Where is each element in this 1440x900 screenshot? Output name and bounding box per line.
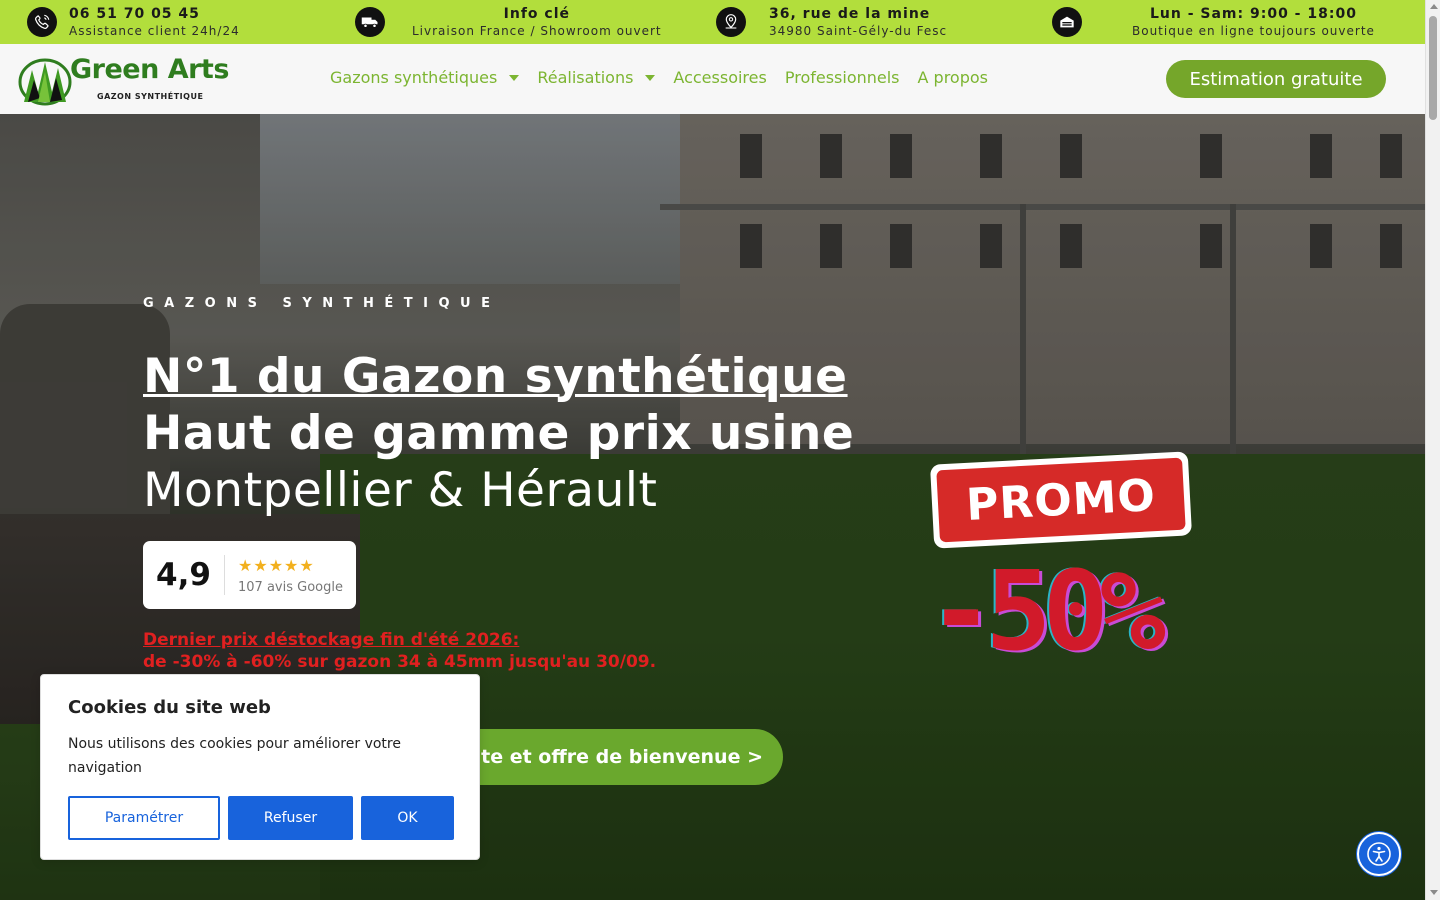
address-street: 36, rue de la mine [769, 5, 931, 22]
accessibility-icon [1367, 842, 1391, 866]
chevron-down-icon [509, 74, 520, 81]
phone-subtitle: Assistance client 24h/24 [69, 23, 240, 38]
nav-realisations[interactable]: Réalisations [537, 68, 656, 87]
cookie-dialog: Cookies du site web Nous utilisons des c… [40, 674, 480, 860]
estimation-button[interactable]: Estimation gratuite [1166, 60, 1386, 98]
hero-title: N°1 du Gazon synthétique Haut de gamme p… [143, 348, 854, 519]
nav-accessoires-label: Accessoires [673, 68, 767, 87]
top-info-bar: 06 51 70 05 45 Assistance client 24h/24 … [0, 0, 1425, 44]
hero-title-line1[interactable]: N°1 du Gazon synthétique [143, 349, 848, 404]
logo-title: Green Arts [70, 54, 229, 85]
hero-title-line2: Haut de gamme prix usine [143, 406, 855, 461]
hero-title-line3: Montpellier & Hérault [143, 463, 658, 518]
page-scrollbar[interactable] [1425, 0, 1440, 900]
scroll-down-icon[interactable] [1430, 890, 1438, 895]
rating-count: 107 avis Google [238, 579, 343, 595]
phone-icon [27, 7, 57, 37]
hero-eyebrow: GAZONS SYNTHÉTIQUE [143, 296, 501, 311]
map-pin-icon [716, 7, 746, 37]
promo-text: Dernier prix déstockage fin d'été 2026: … [143, 629, 656, 673]
nav-professionnels[interactable]: Professionnels [785, 68, 900, 87]
nav-realisations-label: Réalisations [537, 68, 634, 87]
promo-stamp: PROMO [929, 451, 1193, 549]
store-icon [1052, 7, 1082, 37]
logo-tagline: GAZON SYNTHÉTIQUE [97, 92, 204, 101]
promo-stamp-text: PROMO [936, 457, 1186, 543]
star-rating-icon: ★★★★★ [238, 555, 315, 575]
info-subtitle: Livraison France / Showroom ouvert [412, 23, 662, 38]
cookie-settings-button[interactable]: Paramétrer [68, 796, 220, 840]
topbar-phone[interactable]: 06 51 70 05 45 Assistance client 24h/24 [27, 0, 240, 44]
cookie-refuse-button[interactable]: Refuser [228, 796, 353, 840]
nav-gazons-label: Gazons synthétiques [330, 68, 498, 87]
truck-icon [355, 7, 385, 37]
scrollbar-thumb[interactable] [1429, 16, 1437, 120]
phone-number[interactable]: 06 51 70 05 45 [69, 6, 240, 23]
info-title: Info clé [503, 5, 570, 22]
cookie-ok-button[interactable]: OK [361, 796, 454, 840]
main-header: Green Arts GAZON SYNTHÉTIQUE Gazons synt… [0, 44, 1425, 114]
topbar-info: Info clé Livraison France / Showroom ouv… [355, 0, 662, 44]
rating-score: 4,9 [156, 557, 211, 593]
hours-title: Lun - Sam: 9:00 - 18:00 [1149, 5, 1357, 22]
cookie-title: Cookies du site web [68, 697, 271, 718]
logo[interactable]: Green Arts GAZON SYNTHÉTIQUE [18, 54, 233, 106]
scroll-up-icon[interactable] [1430, 4, 1438, 9]
accessibility-button[interactable] [1357, 832, 1401, 876]
nav-a-propos-label: A propos [917, 68, 988, 87]
topbar-address[interactable]: 36, rue de la mine 34980 Saint-Gély-du F… [716, 0, 947, 44]
nav-a-propos[interactable]: A propos [918, 68, 988, 87]
main-nav: Gazons synthétiques Réalisations Accesso… [330, 68, 1006, 87]
google-rating-card[interactable]: 4,9 ★★★★★ 107 avis Google [143, 541, 356, 609]
nav-professionnels-label: Professionnels [784, 68, 900, 87]
promo-line1[interactable]: Dernier prix déstockage fin d'été 2026: [143, 630, 519, 650]
chevron-down-icon [645, 74, 656, 81]
address-city: 34980 Saint-Gély-du Fesc [769, 23, 948, 38]
cookie-text: Nous utilisons des cookies pour améliore… [68, 736, 401, 776]
nav-accessoires[interactable]: Accessoires [673, 68, 766, 87]
nav-gazons[interactable]: Gazons synthétiques [330, 68, 520, 87]
discount-badge: -50% [928, 547, 1166, 675]
hours-subtitle: Boutique en ligne toujours ouverte [1132, 23, 1375, 38]
logo-grass-icon [18, 58, 72, 106]
promo-line2: de -30% à -60% sur gazon 34 à 45mm jusqu… [143, 652, 657, 672]
topbar-hours: Lun - Sam: 9:00 - 18:00 Boutique en lign… [1052, 0, 1375, 44]
